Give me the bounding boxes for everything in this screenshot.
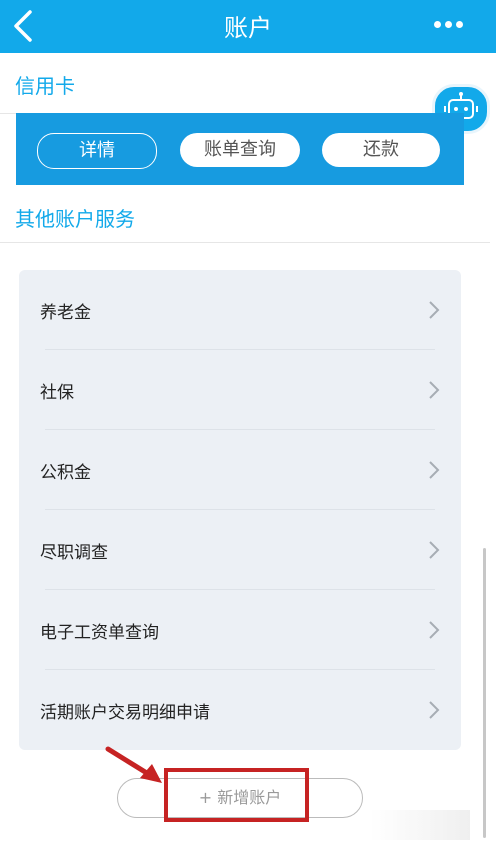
chevron-right-icon: [429, 541, 440, 559]
list-item[interactable]: 尽职调查: [19, 510, 461, 590]
list-item-label: 活期账户交易明细申请: [40, 703, 210, 723]
list-item-label: 养老金: [40, 303, 91, 323]
more-dots-icon: [434, 13, 467, 32]
list-item-label: 公积金: [40, 463, 91, 483]
list-item-label: 尽职调查: [40, 543, 108, 563]
watermark-area: [370, 810, 470, 840]
list-item[interactable]: 公积金: [19, 430, 461, 510]
more-button[interactable]: [434, 12, 470, 36]
credit-card-title: 信用卡: [15, 74, 75, 98]
list-item[interactable]: 社保: [19, 350, 461, 430]
services-list: 养老金 社保 公积金 尽职调查 电子工资单查询 活期账户交易明细申请: [19, 270, 461, 750]
annotation-arrow-icon: [105, 746, 162, 783]
chevron-right-icon: [429, 301, 440, 319]
chevron-right-icon: [429, 701, 440, 719]
details-button[interactable]: 详情: [37, 133, 157, 169]
list-item-label: 电子工资单查询: [40, 623, 159, 643]
other-services-section: 其他账户服务: [0, 186, 490, 243]
other-services-title: 其他账户服务: [15, 207, 135, 231]
annotation-highlight-box: [164, 768, 309, 822]
credit-card-section: 信用卡: [0, 53, 490, 114]
page-title: 账户: [224, 14, 272, 42]
list-item[interactable]: 电子工资单查询: [19, 590, 461, 670]
credit-card-actions: 详情 账单查询 还款: [16, 113, 464, 185]
bill-query-button[interactable]: 账单查询: [180, 133, 300, 167]
chevron-right-icon: [429, 621, 440, 639]
chevron-right-icon: [429, 381, 440, 399]
scrollbar[interactable]: [483, 548, 486, 838]
chevron-right-icon: [429, 461, 440, 479]
repayment-button[interactable]: 还款: [322, 133, 440, 167]
list-item-label: 社保: [40, 383, 74, 403]
list-item[interactable]: 养老金: [19, 270, 461, 350]
list-item[interactable]: 活期账户交易明细申请: [19, 670, 461, 750]
app-header: 账户: [0, 0, 496, 53]
